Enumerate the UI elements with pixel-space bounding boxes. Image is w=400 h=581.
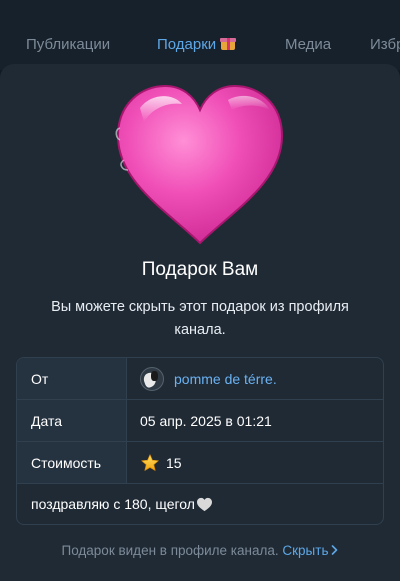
screen: Публикации Подарки Медиа Избранное bbox=[0, 0, 400, 581]
visibility-note-text: Подарок виден в профиле канала. bbox=[61, 543, 279, 558]
row-from: От pomme de térre. bbox=[17, 358, 383, 400]
cost-amount: 15 bbox=[166, 454, 182, 471]
white-heart-icon bbox=[196, 497, 212, 511]
pink-heart-icon bbox=[115, 84, 284, 245]
gift-details-table: От pomme de térre. Дата 05 апр. 2025 в 0… bbox=[16, 357, 384, 525]
visibility-note: Подарок виден в профиле канала. Скрыть bbox=[0, 543, 400, 558]
tab-favorites[interactable]: Избранное bbox=[370, 36, 400, 53]
cost-label: Стоимость bbox=[17, 442, 127, 483]
hide-gift-label: Скрыть bbox=[282, 543, 329, 558]
from-sender[interactable]: pomme de térre. bbox=[127, 358, 383, 399]
star-icon bbox=[141, 453, 159, 471]
gift-subtitle: Вы можете скрыть этот подарок из профиля… bbox=[51, 299, 349, 338]
from-label: От bbox=[17, 358, 127, 399]
gift-comment: поздравляю с 180, щегол bbox=[17, 484, 383, 524]
row-comment: поздравляю с 180, щегол bbox=[17, 484, 383, 524]
gift-sheet: Подарок Вам Вы можете скрыть этот подаро… bbox=[0, 64, 400, 581]
date-label: Дата bbox=[17, 400, 127, 441]
date-value: 05 апр. 2025 в 01:21 bbox=[140, 412, 272, 429]
cost-value: 15 bbox=[127, 442, 383, 483]
tab-media[interactable]: Медиа bbox=[285, 36, 331, 53]
tab-publications[interactable]: Публикации bbox=[26, 36, 110, 53]
row-cost: Стоимость 15 bbox=[17, 442, 383, 484]
profile-tabs: Публикации Подарки Медиа Избранное bbox=[0, 0, 400, 70]
chevron-right-icon bbox=[332, 545, 338, 555]
gift-box-icon bbox=[219, 36, 237, 50]
tab-gifts[interactable]: Подарки bbox=[157, 36, 237, 53]
gift-comment-text: поздравляю с 180, щегол bbox=[31, 496, 195, 512]
row-date: Дата 05 апр. 2025 в 01:21 bbox=[17, 400, 383, 442]
gift-title: Подарок Вам bbox=[141, 259, 259, 280]
sender-name-link[interactable]: pomme de térre. bbox=[174, 371, 277, 387]
hide-gift-link[interactable]: Скрыть bbox=[282, 543, 338, 558]
sender-avatar[interactable] bbox=[140, 366, 164, 391]
tab-gifts-label: Подарки bbox=[157, 36, 217, 53]
